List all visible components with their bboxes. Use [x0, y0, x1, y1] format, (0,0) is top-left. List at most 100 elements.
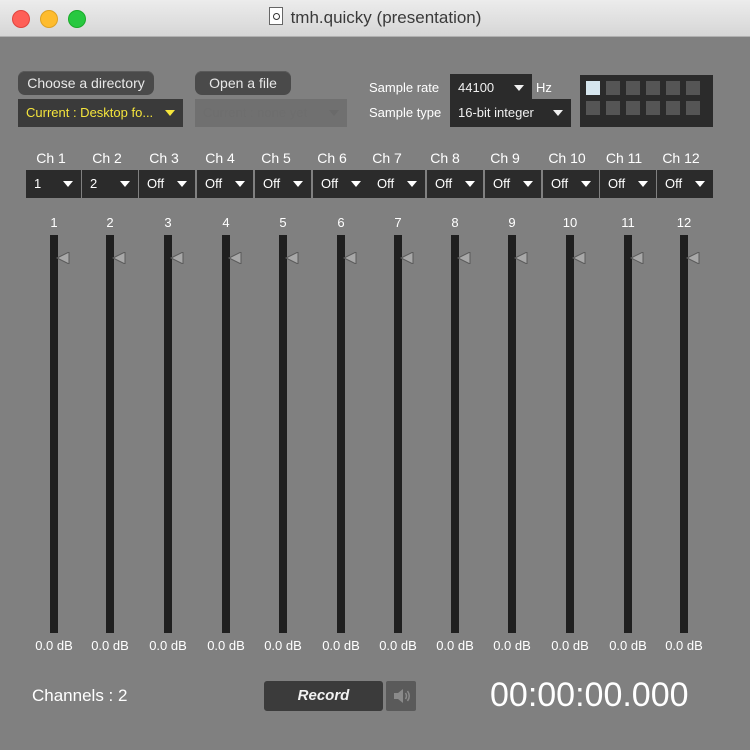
channel-select-6[interactable]: Off: [313, 170, 369, 198]
fader-number-3: 3: [164, 215, 172, 230]
chevron-down-icon: [695, 181, 705, 187]
fader-number-4: 4: [222, 215, 230, 230]
fader-track-3[interactable]: [164, 235, 172, 633]
fader-track-12[interactable]: [680, 235, 688, 633]
gain-label-6: 0.0 dB: [322, 638, 360, 653]
sample-rate-value: 44100: [458, 80, 495, 95]
matrix-cell[interactable]: [646, 81, 660, 95]
channel-select-value: Off: [608, 176, 626, 191]
chevron-down-icon: [177, 181, 187, 187]
channel-select-10[interactable]: Off: [543, 170, 599, 198]
fader-track-4[interactable]: [222, 235, 230, 633]
matrix-cell[interactable]: [666, 81, 680, 95]
gain-label-12: 0.0 dB: [665, 638, 703, 653]
fader-handle-11[interactable]: [629, 252, 645, 264]
open-file-button[interactable]: Open a file: [195, 71, 291, 95]
current-file-value: Current : none yet: [203, 105, 308, 120]
fader-number-5: 5: [279, 215, 287, 230]
channel-header-7: Ch 7: [372, 150, 402, 166]
fader-track-7[interactable]: [394, 235, 402, 633]
matrix-cell[interactable]: [686, 101, 700, 115]
gain-label-7: 0.0 dB: [379, 638, 417, 653]
channel-header-5: Ch 5: [261, 150, 291, 166]
fader-handle-9[interactable]: [513, 252, 529, 264]
channel-select-4[interactable]: Off: [197, 170, 253, 198]
matrix-cell[interactable]: [606, 81, 620, 95]
matrix-cell[interactable]: [666, 101, 680, 115]
window-title-wrap: tmh.quicky (presentation): [0, 7, 750, 28]
fader-track-11[interactable]: [624, 235, 632, 633]
channel-select-value: Off: [551, 176, 569, 191]
fader-number-10: 10: [562, 215, 578, 230]
channel-select-value: Off: [435, 176, 453, 191]
chevron-down-icon: [165, 110, 175, 116]
fader-track-9[interactable]: [508, 235, 516, 633]
gain-label-2: 0.0 dB: [91, 638, 129, 653]
sample-rate-dropdown[interactable]: 44100: [450, 74, 532, 102]
channel-header-12: Ch 12: [662, 150, 700, 166]
sample-rate-label: Sample rate: [369, 80, 440, 95]
window-title: tmh.quicky (presentation): [290, 8, 482, 27]
speaker-toggle-button[interactable]: [386, 681, 416, 711]
channel-select-3[interactable]: Off: [139, 170, 195, 198]
channel-header-4: Ch 4: [205, 150, 235, 166]
channel-select-2[interactable]: 2: [82, 170, 138, 198]
channel-header-10: Ch 10: [548, 150, 586, 166]
matrix-cell[interactable]: [626, 101, 640, 115]
channel-select-12[interactable]: Off: [657, 170, 713, 198]
fader-number-8: 8: [451, 215, 459, 230]
fader-handle-10[interactable]: [571, 252, 587, 264]
sample-type-value: 16-bit integer: [458, 105, 534, 120]
fader-handle-2[interactable]: [111, 252, 127, 264]
matrix-cell[interactable]: [586, 101, 600, 115]
gain-label-9: 0.0 dB: [493, 638, 531, 653]
gain-label-5: 0.0 dB: [264, 638, 302, 653]
channel-select-5[interactable]: Off: [255, 170, 311, 198]
fader-track-5[interactable]: [279, 235, 287, 633]
channel-select-9[interactable]: Off: [485, 170, 541, 198]
channel-select-value: Off: [493, 176, 511, 191]
matrix-cell[interactable]: [586, 81, 600, 95]
fader-track-1[interactable]: [50, 235, 58, 633]
gain-label-3: 0.0 dB: [149, 638, 187, 653]
matrix-cell[interactable]: [626, 81, 640, 95]
channel-select-value: Off: [147, 176, 165, 191]
elapsed-time: 00:00:00.000: [490, 676, 689, 714]
chevron-down-icon: [553, 110, 563, 116]
fader-handle-8[interactable]: [456, 252, 472, 264]
channel-select-7[interactable]: Off: [369, 170, 425, 198]
fader-handle-6[interactable]: [342, 252, 358, 264]
channel-header-11: Ch 11: [605, 150, 643, 166]
matrix-cell[interactable]: [686, 81, 700, 95]
current-directory-value: Current : Desktop fo...: [26, 105, 154, 120]
record-button[interactable]: Record: [264, 681, 383, 711]
sample-type-dropdown[interactable]: 16-bit integer: [450, 99, 571, 127]
fader-track-10[interactable]: [566, 235, 574, 633]
fader-number-1: 1: [50, 215, 58, 230]
fader-handle-1[interactable]: [55, 252, 71, 264]
channel-select-8[interactable]: Off: [427, 170, 483, 198]
channel-select-1[interactable]: 1: [26, 170, 81, 198]
fader-track-8[interactable]: [451, 235, 459, 633]
matrix-cell[interactable]: [606, 101, 620, 115]
channel-select-value: Off: [321, 176, 339, 191]
channel-select-value: 2: [90, 176, 98, 191]
fader-handle-4[interactable]: [227, 252, 243, 264]
gain-label-11: 0.0 dB: [609, 638, 647, 653]
document-icon: [268, 7, 283, 25]
matrix-cell[interactable]: [646, 101, 660, 115]
fader-track-2[interactable]: [106, 235, 114, 633]
channel-select-value: 1: [34, 176, 42, 191]
current-directory-dropdown[interactable]: Current : Desktop fo...: [18, 99, 183, 127]
fader-handle-7[interactable]: [399, 252, 415, 264]
fader-handle-3[interactable]: [169, 252, 185, 264]
app-window: tmh.quicky (presentation) Choose a direc…: [0, 0, 750, 750]
fader-number-9: 9: [508, 215, 516, 230]
fader-handle-12[interactable]: [685, 252, 701, 264]
choose-directory-button[interactable]: Choose a directory: [18, 71, 154, 95]
channel-header-3: Ch 3: [149, 150, 179, 166]
channels-count: Channels : 2: [32, 686, 128, 705]
channel-select-11[interactable]: Off: [600, 170, 656, 198]
fader-handle-5[interactable]: [284, 252, 300, 264]
fader-track-6[interactable]: [337, 235, 345, 633]
